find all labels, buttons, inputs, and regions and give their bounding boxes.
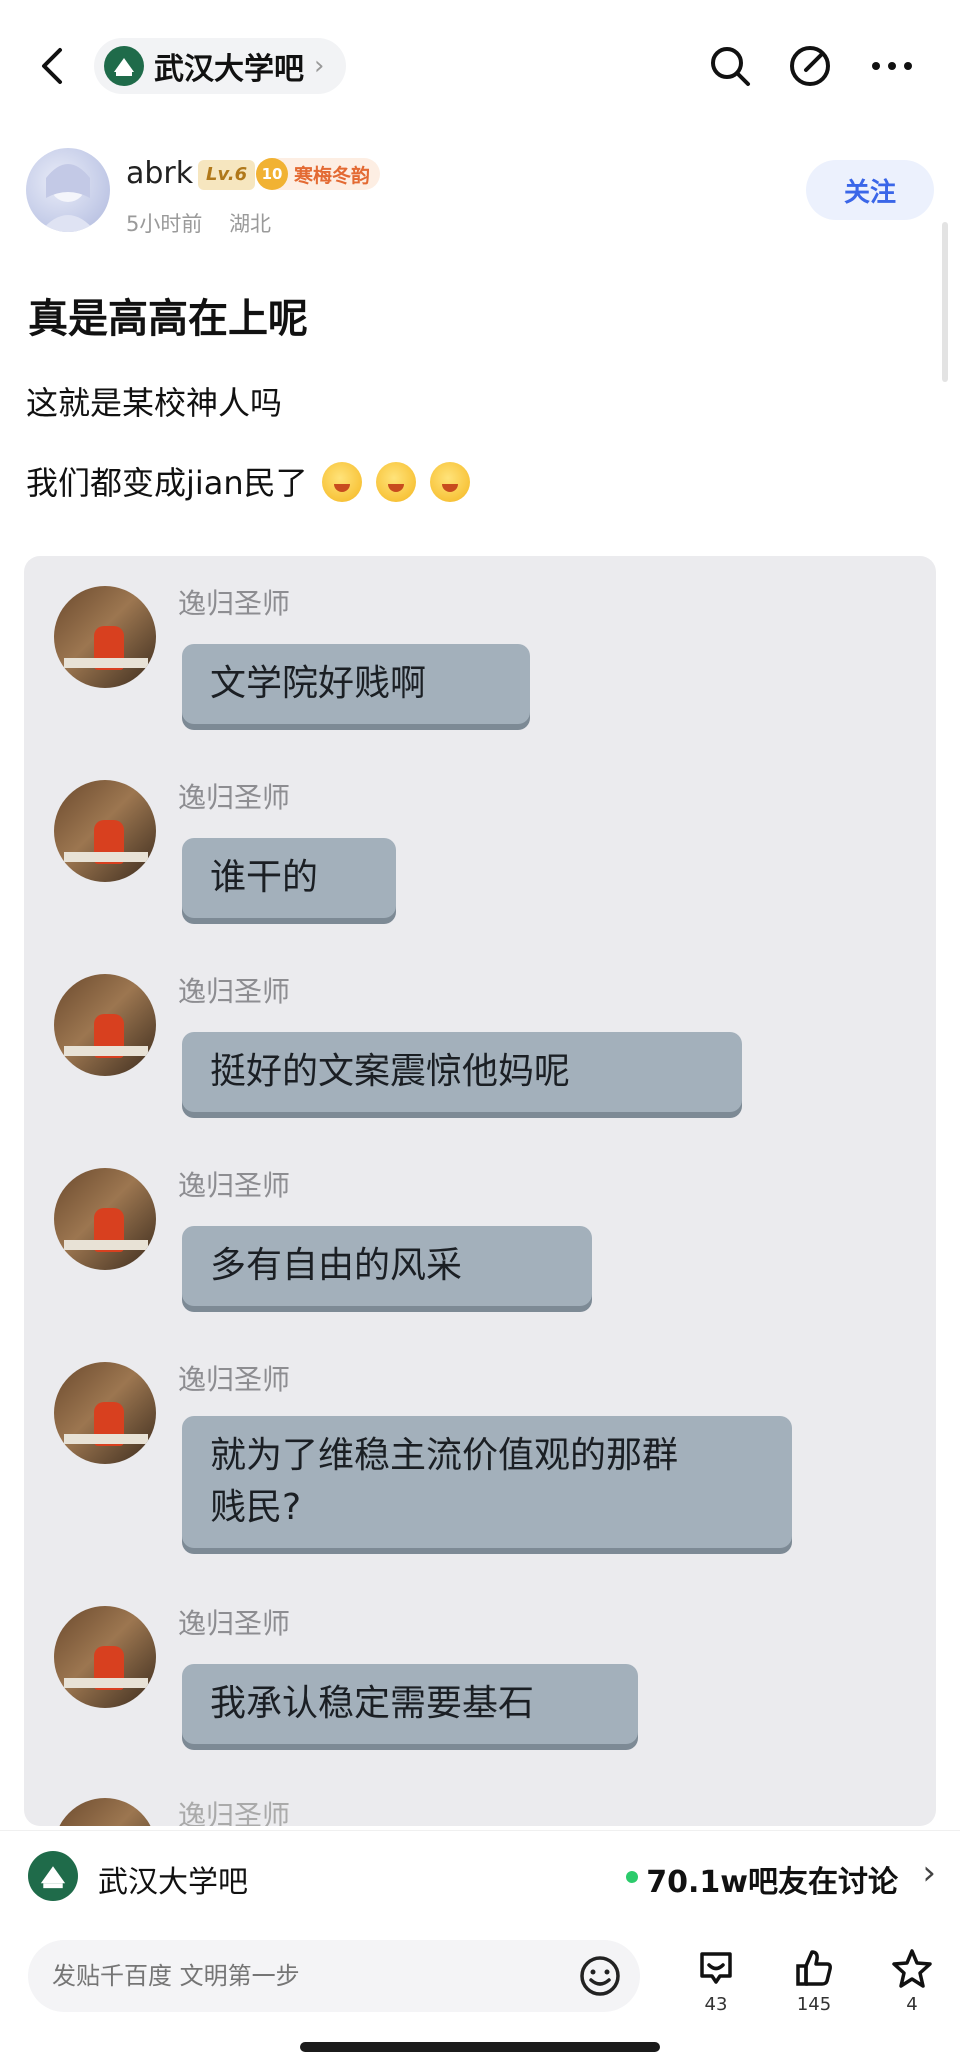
scrollbar[interactable] bbox=[942, 222, 948, 382]
star-icon bbox=[892, 1949, 932, 1988]
level-badge: Lv.6 bbox=[198, 160, 256, 190]
emoji-icon[interactable] bbox=[578, 1954, 622, 1998]
post-location: 湖北 bbox=[229, 212, 272, 236]
chevron-right-icon: › bbox=[314, 51, 325, 81]
forum-entry-button[interactable]: 武汉大学吧 › bbox=[94, 38, 347, 94]
chat-bubble: 多有自由的风采 bbox=[182, 1226, 592, 1306]
sender-avatar bbox=[54, 974, 156, 1076]
sender-avatar bbox=[54, 780, 156, 882]
post-title: 真是高高在上呢 bbox=[28, 296, 308, 342]
comment-count: 43 bbox=[704, 1994, 728, 2015]
chat-bubble: 文学院好贱啊 bbox=[182, 644, 530, 724]
online-dot-icon bbox=[626, 1871, 638, 1883]
emoji-icon bbox=[321, 462, 362, 502]
sender-name: 逸归圣师 bbox=[178, 1169, 291, 1202]
sender-avatar bbox=[54, 1362, 156, 1464]
post-body-line: 我们都变成jian民了 bbox=[26, 458, 470, 504]
chat-bubble: 我承认稳定需要基石 bbox=[182, 1664, 638, 1744]
chevron-right-icon: › bbox=[922, 1853, 936, 1893]
forum-logo-icon bbox=[28, 1851, 78, 1901]
emoji-icon bbox=[429, 462, 470, 502]
more-icon[interactable] bbox=[868, 42, 916, 90]
medal-icon: 10 bbox=[256, 158, 288, 190]
chat-bubble: 就为了维稳主流价值观的那群 贱民? bbox=[182, 1416, 792, 1548]
reply-input[interactable] bbox=[28, 1940, 640, 2012]
sender-name: 逸归圣师 bbox=[178, 1799, 291, 1826]
sender-name: 逸归圣师 bbox=[178, 1607, 291, 1640]
sender-name: 逸归圣师 bbox=[178, 587, 291, 620]
chat-bubble: 谁干的 bbox=[182, 838, 396, 918]
post-meta: 5小时前 湖北 bbox=[126, 208, 291, 238]
forum-logo-icon bbox=[104, 46, 144, 86]
favorite-count: 4 bbox=[906, 1994, 918, 2015]
search-icon[interactable] bbox=[706, 42, 754, 90]
sender-name: 逸归圣师 bbox=[178, 975, 291, 1008]
emoji-icon bbox=[375, 462, 416, 502]
post-body-text: 我们都变成jian民了 bbox=[26, 464, 308, 502]
forum-info-bar[interactable]: 武汉大学吧 70.1w吧友在讨论 › bbox=[0, 1830, 960, 1919]
edit-icon[interactable] bbox=[786, 42, 834, 90]
post-time: 5小时前 bbox=[126, 212, 203, 236]
follow-button[interactable]: 关注 bbox=[806, 160, 934, 220]
sender-avatar bbox=[54, 586, 156, 688]
sender-avatar bbox=[54, 1606, 156, 1708]
post-image[interactable]: 逸归圣师 文学院好贱啊 逸归圣师 谁干的 逸归圣师 挺好的文案震惊他妈呢 逸归圣… bbox=[24, 556, 936, 1826]
sender-name: 逸归圣师 bbox=[178, 781, 291, 814]
like-button[interactable]: 145 bbox=[784, 1946, 844, 2015]
like-count: 145 bbox=[796, 1994, 832, 2015]
member-title: 寒梅冬韵 bbox=[294, 164, 371, 187]
home-indicator[interactable] bbox=[300, 2042, 660, 2052]
author-avatar[interactable] bbox=[26, 148, 110, 232]
online-count: 70.1w吧友在讨论 bbox=[646, 1865, 898, 1900]
sender-name: 逸归圣师 bbox=[178, 1363, 291, 1396]
chat-bubble: 挺好的文案震惊他妈呢 bbox=[182, 1032, 742, 1112]
author-name[interactable]: abrk bbox=[126, 156, 193, 191]
comment-icon bbox=[700, 1952, 732, 1984]
sender-avatar bbox=[54, 1798, 156, 1826]
sender-avatar bbox=[54, 1168, 156, 1270]
comment-button[interactable]: 43 bbox=[686, 1946, 746, 2015]
forum-name: 武汉大学吧 bbox=[154, 52, 304, 87]
post-body-line: 这就是某校神人吗 bbox=[26, 384, 283, 422]
like-icon bbox=[796, 1950, 832, 1986]
favorite-button[interactable]: 4 bbox=[882, 1946, 942, 2015]
top-nav-bar: 武汉大学吧 › bbox=[0, 0, 960, 130]
back-icon[interactable] bbox=[28, 38, 78, 94]
member-title-badge: 10 寒梅冬韵 bbox=[256, 158, 381, 190]
forum-bar-name: 武汉大学吧 bbox=[98, 1865, 248, 1900]
